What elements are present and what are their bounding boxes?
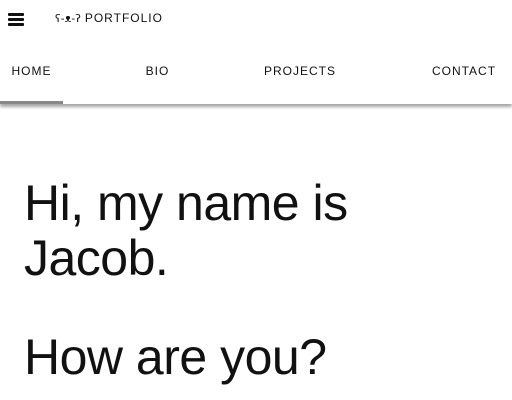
menu-bar-line [8,18,24,21]
tab-contact[interactable]: CONTACT [420,38,508,104]
tab-projects[interactable]: PROJECTS [254,38,346,104]
hamburger-menu-icon[interactable] [8,11,26,27]
brand-text: PORTFOLIO [84,11,163,25]
tab-bio[interactable]: BIO [126,38,189,104]
bear-face-logo: ʕ-ᴥ-ʔ [55,12,81,25]
hero-line-1: Hi, my name is [24,175,348,231]
nav-tabs: HOME BIO PROJECTS CONTACT [0,38,512,104]
menu-bar-line [8,23,24,26]
tab-home[interactable]: HOME [0,38,63,104]
brand-title[interactable]: ʕ-ᴥ-ʔ PORTFOLIO [55,11,163,25]
active-tab-indicator [0,101,63,104]
top-app-bar: ʕ-ᴥ-ʔ PORTFOLIO [0,0,512,38]
hero-question: How are you? [24,329,327,385]
hero-greeting: Hi, my name is Jacob. [24,176,494,286]
hero-line-2: Jacob. [24,230,169,286]
menu-bar-line [8,13,24,16]
